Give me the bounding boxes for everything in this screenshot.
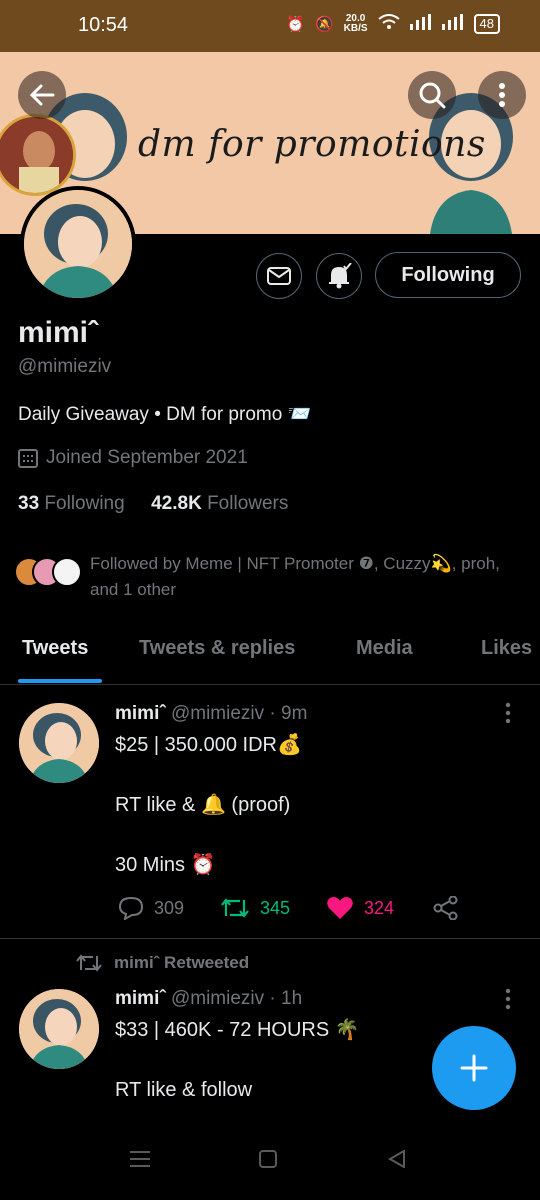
tweet-line: RT like & 🔔 (proof) [115,794,291,816]
profile-avatar[interactable] [20,186,136,302]
calendar-icon [18,449,38,468]
tweet-line: $33 | 460K - 72 HOURS 🌴 [115,1019,360,1041]
nav-back-button[interactable] [387,1149,406,1173]
profile-bio: Daily Giveaway • DM for promo 📨 [18,404,312,425]
following-button[interactable]: Following [375,252,521,298]
joined-text: Joined September 2021 [46,447,248,468]
active-tab-indicator [18,679,102,683]
tweet-author[interactable]: mimiˆ [115,703,166,724]
tabs-divider [0,684,540,685]
tweet-header: mimiˆ @mimieziv · 1h [115,988,303,1009]
nav-home-button[interactable] [259,1150,277,1173]
followed-by-text[interactable]: Followed by Meme | NFT Promoter ❼, Cuzzy… [90,551,520,603]
mute-icon: 🔕 [314,16,334,33]
notifications-button[interactable] [316,253,362,299]
more-vertical-icon [505,988,511,1010]
bell-check-icon [329,263,352,289]
profile-handle: @mimieziv [18,356,112,377]
tab-tweets-replies[interactable]: Tweets & replies [139,637,295,660]
tweet-avatar[interactable] [19,989,99,1069]
follow-stats: 33 Following 42.8K Followers [18,493,288,515]
share-button[interactable] [433,895,459,925]
joined-date: Joined September 2021 [18,447,248,469]
tweet-more-button[interactable] [504,702,512,729]
following-stat[interactable]: 33 Following [18,493,125,514]
tweet-line: $25 | 350.000 IDR💰 [115,734,302,756]
tab-tweets[interactable]: Tweets [22,637,88,660]
tab-likes[interactable]: Likes [481,637,532,660]
retweet-button[interactable]: 345 [220,896,290,920]
tweet-divider [0,938,540,939]
tab-media[interactable]: Media [356,637,413,660]
more-options-button[interactable] [478,71,526,119]
retweeted-label: mimiˆ Retweeted [76,953,249,973]
retweet-icon [221,898,249,918]
status-icons: ⏰ 🔕 20.0 KB/S 48 [286,14,500,34]
tweet-more-button[interactable] [504,988,512,1015]
home-square-icon [259,1150,277,1168]
nav-recents-button[interactable] [130,1150,150,1173]
reply-button[interactable]: 309 [118,896,184,920]
heart-icon [327,897,353,919]
back-triangle-icon [387,1149,405,1169]
net-speed: 20.0 KB/S [343,13,368,34]
search-icon [419,82,446,109]
wifi-icon [377,14,400,34]
tweet-line: 30 Mins ⏰ [115,854,216,876]
followers-stat[interactable]: 42.8K Followers [151,493,288,514]
share-icon [433,895,458,921]
signal-icon [409,14,432,34]
more-vertical-icon [499,83,505,107]
compose-tweet-button[interactable] [432,1026,516,1110]
display-name: mimiˆ [18,316,99,349]
message-button[interactable] [256,253,302,299]
mail-icon [267,267,291,285]
more-vertical-icon [505,702,511,724]
tweet-author[interactable]: mimiˆ [115,988,166,1009]
status-bar: 10:54 ⏰ 🔕 20.0 KB/S 48 [0,0,540,52]
back-arrow-icon [29,84,55,106]
tweet-line: RT like & follow [115,1079,253,1101]
like-button[interactable]: 324 [326,896,394,920]
follower-avatar [52,557,82,587]
tweet-header: mimiˆ @mimieziv · 9m [115,703,308,724]
search-button[interactable] [408,71,456,119]
menu-icon [130,1151,150,1167]
retweet-icon [76,954,102,972]
signal-icon-2 [441,14,464,34]
banner-text: dm for promotions [138,124,486,165]
tweet-avatar[interactable] [19,703,99,783]
back-button[interactable] [18,71,66,119]
status-time: 10:54 [78,14,129,36]
battery-icon: 48 [473,14,500,34]
reply-icon [118,896,144,920]
plus-icon [460,1054,488,1082]
alarm-icon: ⏰ [286,16,305,33]
